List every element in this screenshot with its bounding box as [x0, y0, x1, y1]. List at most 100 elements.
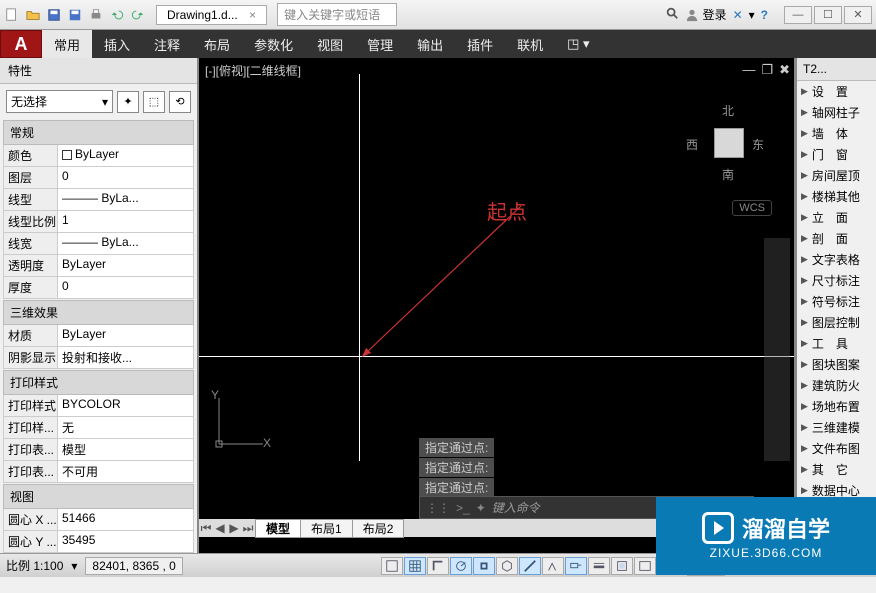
ortho-toggle[interactable] [427, 557, 449, 575]
layout-tab-2[interactable]: 布局2 [352, 519, 405, 538]
property-value[interactable]: 投射和接收... [58, 347, 193, 369]
property-row[interactable]: 厚度0 [3, 277, 194, 299]
toggle-pickadd-button[interactable]: ⟲ [169, 91, 191, 113]
palette-item[interactable]: ▶工 具 [797, 333, 876, 354]
login-button[interactable]: 登录 [685, 6, 727, 23]
tab-next-icon[interactable]: ▶ [227, 521, 241, 535]
property-value[interactable]: 0 [58, 167, 193, 189]
palette-item[interactable]: ▶其 它 [797, 459, 876, 480]
property-value[interactable]: ByLayer [58, 255, 193, 277]
close-icon[interactable]: × [249, 8, 256, 22]
palette-item[interactable]: ▶设 置 [797, 81, 876, 102]
ribbon-tab-annotate[interactable]: 注释 [142, 30, 192, 58]
otrack-toggle[interactable] [519, 557, 541, 575]
palette-item[interactable]: ▶轴网柱子 [797, 102, 876, 123]
viewcube-south[interactable]: 南 [722, 166, 734, 183]
new-icon[interactable] [4, 7, 20, 23]
ribbon-tab-layout[interactable]: 布局 [192, 30, 242, 58]
tab-first-icon[interactable]: ⏮ [199, 521, 213, 536]
ribbon-tab-insert[interactable]: 插入 [92, 30, 142, 58]
viewcube-face[interactable] [714, 128, 744, 158]
viewport-label[interactable]: [-][俯视][二维线框] [205, 62, 301, 79]
grid-toggle[interactable] [404, 557, 426, 575]
undo-icon[interactable] [109, 7, 125, 23]
tpy-toggle[interactable] [611, 557, 633, 575]
property-row[interactable]: 圆心 Y ...35495 [3, 531, 194, 553]
close-button[interactable]: ✕ [844, 6, 872, 24]
property-row[interactable]: 线型比例1 [3, 211, 194, 233]
palette-item[interactable]: ▶建筑防火 [797, 375, 876, 396]
redo-icon[interactable] [130, 7, 146, 23]
section-3dfx[interactable]: 三维效果 [3, 300, 194, 325]
ribbon-tab-output[interactable]: 输出 [405, 30, 455, 58]
dropdown-icon[interactable]: ▾ [749, 8, 755, 22]
palette-item[interactable]: ▶三维建模 [797, 417, 876, 438]
viewcube-west[interactable]: 西 [686, 136, 698, 153]
property-row[interactable]: 打印表...模型 [3, 439, 194, 461]
snap-toggle[interactable] [381, 557, 403, 575]
property-row[interactable]: 线宽——— ByLa... [3, 233, 194, 255]
property-row[interactable]: 打印样式BYCOLOR [3, 395, 194, 417]
viewport-minimize-icon[interactable]: — [742, 62, 755, 78]
palette-item[interactable]: ▶文件布图 [797, 438, 876, 459]
print-icon[interactable] [88, 7, 104, 23]
exchange-icon[interactable]: ✕ [733, 8, 743, 22]
palette-item[interactable]: ▶场地布置 [797, 396, 876, 417]
viewcube-north[interactable]: 北 [722, 102, 734, 119]
drawing-area[interactable]: [-][俯视][二维线框] — ❐ ✖ 起点 北 南 西 东 WCS [199, 58, 796, 553]
select-objects-button[interactable]: ⬚ [143, 91, 165, 113]
ribbon-tab-online[interactable]: 联机 [505, 30, 555, 58]
search-input[interactable]: 键入关键字或短语 [277, 3, 397, 26]
property-value[interactable]: 不可用 [58, 461, 193, 483]
osnap-toggle[interactable] [473, 557, 495, 575]
property-value[interactable]: 51466 [58, 509, 193, 531]
viewcube-east[interactable]: 东 [752, 136, 764, 153]
viewport-close-icon[interactable]: ✖ [779, 62, 790, 78]
qp-toggle[interactable] [634, 557, 656, 575]
lwt-toggle[interactable] [588, 557, 610, 575]
command-recent-icon[interactable]: ✦ [476, 501, 486, 515]
minimize-button[interactable]: — [784, 6, 812, 24]
property-value[interactable]: ——— ByLa... [58, 233, 193, 255]
palette-item[interactable]: ▶剖 面 [797, 228, 876, 249]
dyn-toggle[interactable] [565, 557, 587, 575]
palette-item[interactable]: ▶图层控制 [797, 312, 876, 333]
ribbon-tab-manage[interactable]: 管理 [355, 30, 405, 58]
property-value[interactable]: 35495 [58, 531, 193, 553]
app-menu-button[interactable]: A [0, 30, 42, 58]
palette-item[interactable]: ▶门 窗 [797, 144, 876, 165]
property-value[interactable]: ByLayer [58, 325, 193, 347]
document-tab[interactable]: Drawing1.d... × [156, 5, 267, 25]
property-row[interactable]: 打印样...无 [3, 417, 194, 439]
palette-item[interactable]: ▶文字表格 [797, 249, 876, 270]
property-row[interactable]: 透明度ByLayer [3, 255, 194, 277]
section-plot[interactable]: 打印样式 [3, 370, 194, 395]
palette-item[interactable]: ▶立 面 [797, 207, 876, 228]
property-row[interactable]: 图层0 [3, 167, 194, 189]
property-value[interactable]: 模型 [58, 439, 193, 461]
ribbon-tab-view[interactable]: 视图 [305, 30, 355, 58]
palette-item[interactable]: ▶墙 体 [797, 123, 876, 144]
palette-item[interactable]: ▶图块图案 [797, 354, 876, 375]
palette-item[interactable]: ▶房间屋顶 [797, 165, 876, 186]
viewport-restore-icon[interactable]: ❐ [761, 62, 773, 78]
section-general[interactable]: 常规 [3, 120, 194, 145]
maximize-button[interactable]: ☐ [814, 6, 842, 24]
ribbon-tab-home[interactable]: 常用 [42, 30, 92, 58]
property-row[interactable]: 颜色ByLayer [3, 145, 194, 167]
ribbon-tab-parametric[interactable]: 参数化 [242, 30, 305, 58]
ducs-toggle[interactable] [542, 557, 564, 575]
palette-item[interactable]: ▶楼梯其他 [797, 186, 876, 207]
3dosnap-toggle[interactable] [496, 557, 518, 575]
wcs-badge[interactable]: WCS [732, 200, 772, 216]
property-row[interactable]: 打印表...不可用 [3, 461, 194, 483]
tab-prev-icon[interactable]: ◀ [213, 521, 227, 535]
coords-display[interactable]: 82401, 8365 , 0 [85, 557, 182, 575]
property-value[interactable]: ByLayer [58, 145, 193, 167]
property-row[interactable]: 圆心 X ...51466 [3, 509, 194, 531]
layout-tab-model[interactable]: 模型 [255, 519, 301, 538]
selection-combo[interactable]: 无选择 ▾ [6, 90, 113, 113]
cmd-handle-icon[interactable]: ⋮⋮ [426, 501, 450, 515]
open-icon[interactable] [25, 7, 41, 23]
ribbon-tab-extra[interactable]: ◳ ▾ [555, 30, 601, 58]
